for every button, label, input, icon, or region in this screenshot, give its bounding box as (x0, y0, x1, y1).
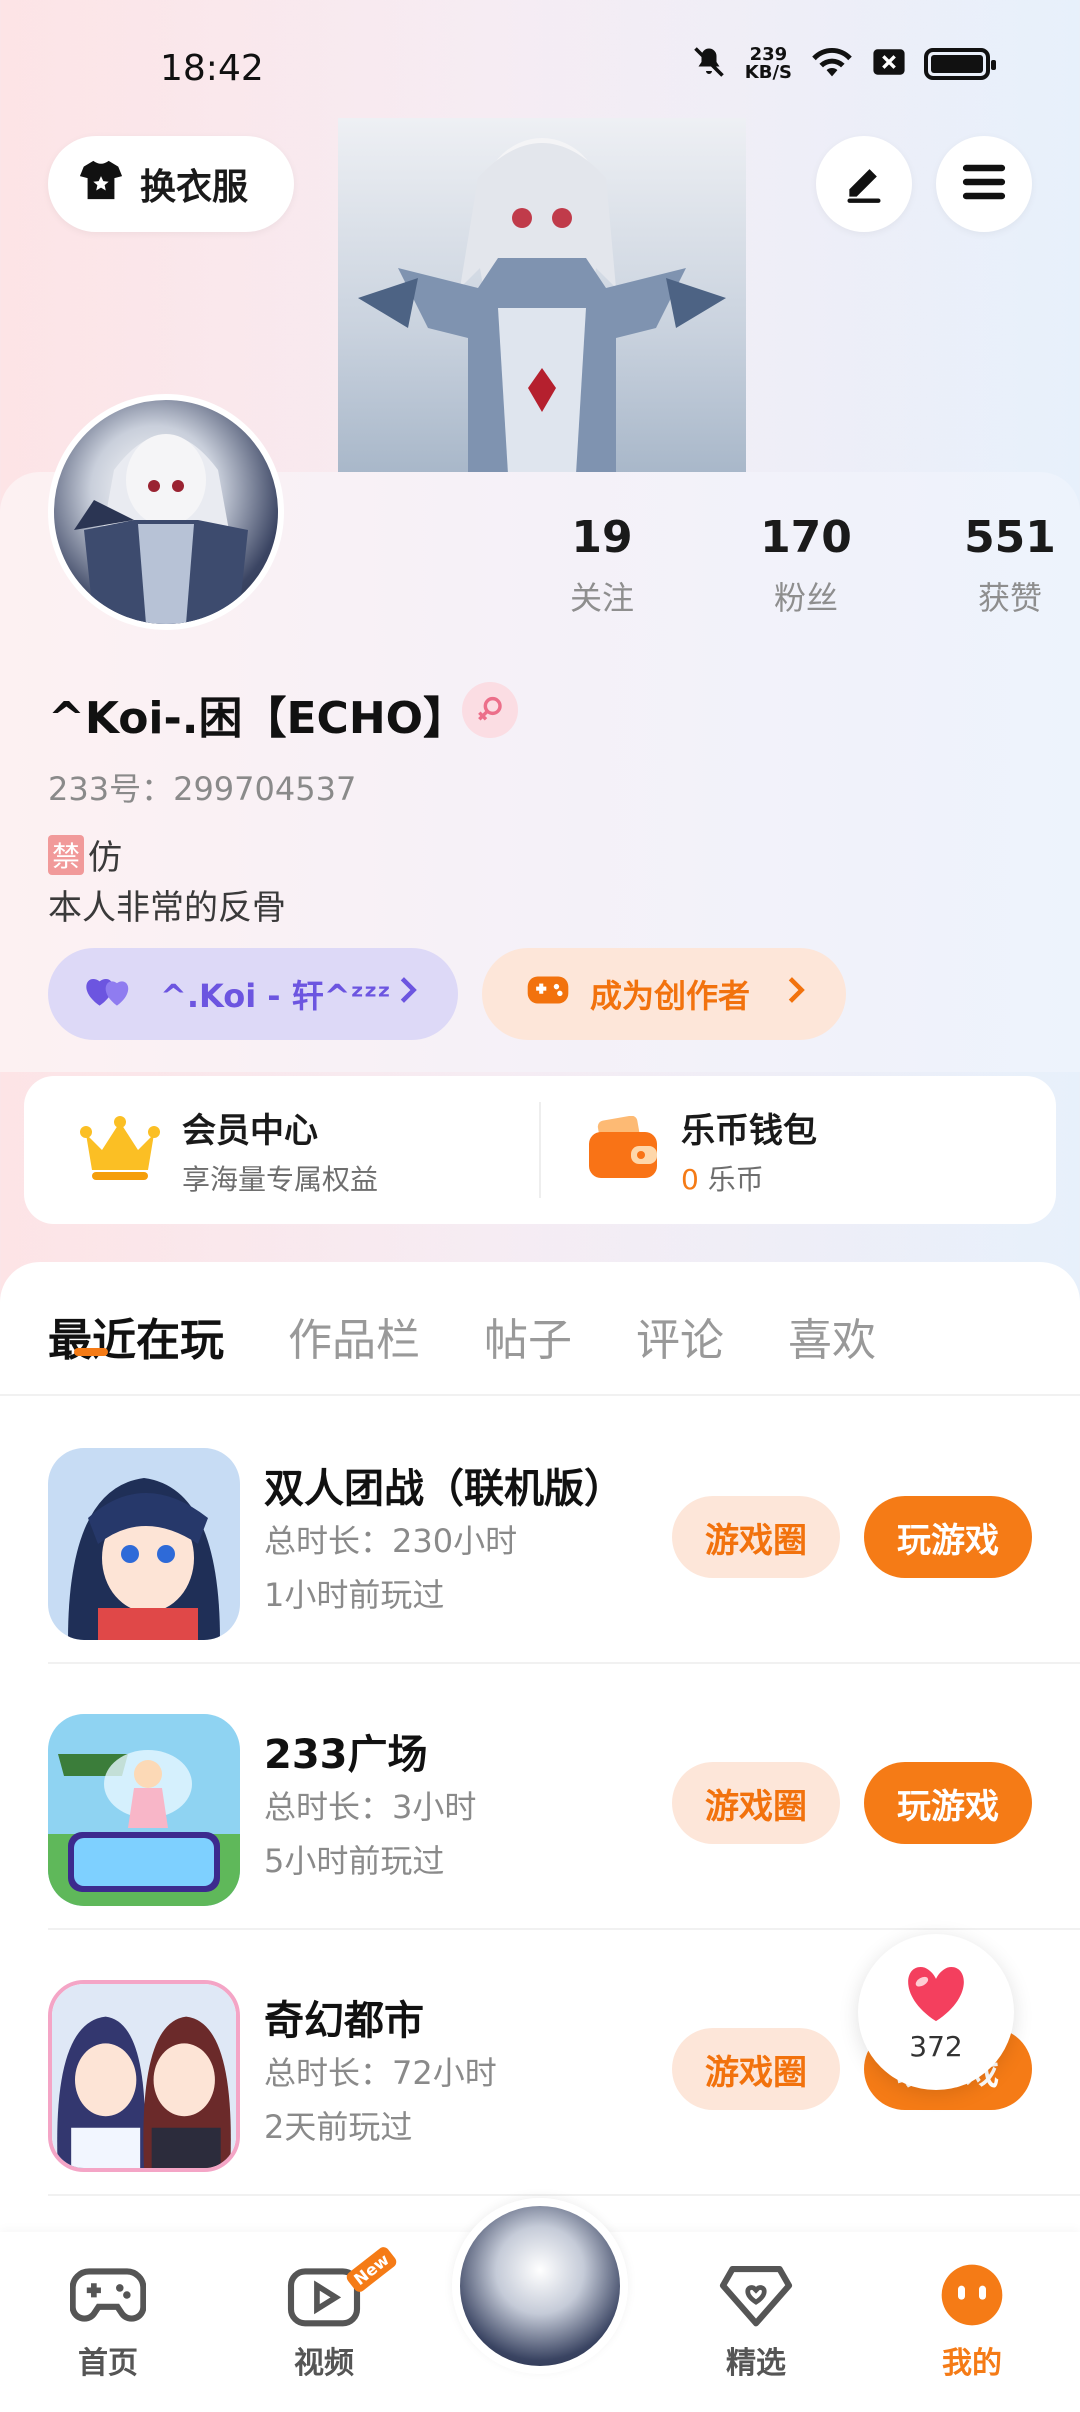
heart-icon (901, 1962, 971, 2028)
nickname: ^Koi-.困【ECHO】 (48, 693, 468, 744)
nav-video-label: 视频 (294, 2346, 354, 2381)
vip-subtitle: 享海量专属权益 (182, 1162, 379, 1196)
stat-likes-label: 获赞 (977, 579, 1042, 617)
sim-off-icon (872, 47, 906, 81)
row-divider (48, 2194, 1080, 2196)
bio-line-1: 禁 仿 (48, 830, 122, 879)
edit-icon (842, 160, 886, 208)
stat-followers-label: 粉丝 (773, 579, 838, 617)
wardrobe-button[interactable]: 换衣服 (48, 136, 294, 232)
nav-home[interactable]: 首页 (48, 2262, 168, 2382)
stat-followers[interactable]: 170 粉丝 (704, 512, 908, 619)
game-playtime: 总时长：72小时 (264, 2054, 497, 2092)
gamepad-icon (69, 2262, 147, 2332)
vip-center[interactable]: 会员中心 享海量专属权益 (24, 1076, 539, 1224)
tab-works[interactable]: 作品栏 (288, 1304, 420, 1368)
stat-likes-value: 551 (964, 512, 1056, 563)
become-creator-chip[interactable]: 成为创作者 (482, 948, 846, 1040)
nav-video[interactable]: New 视频 (264, 2244, 399, 2382)
nav-center-avatar[interactable] (452, 2198, 628, 2374)
nav-mine[interactable]: 我的 (912, 2262, 1032, 2382)
cover-image (338, 118, 746, 474)
shirt-icon (78, 158, 124, 211)
game-circle-button[interactable]: 游戏圈 (672, 2028, 840, 2110)
game-name: 奇幻都市 (264, 1998, 424, 2044)
new-badge: New (344, 2244, 399, 2295)
game-name: 233广场 (264, 1732, 428, 1778)
user-id: 233号：299704537 (48, 770, 357, 808)
wallet-amount: 0 (681, 1162, 699, 1196)
tab-posts[interactable]: 帖子 (484, 1304, 572, 1368)
wardrobe-label: 换衣服 (140, 167, 249, 208)
guild-chip-label: ^.Koi - 轩^ᶻᶻᶻ (160, 977, 391, 1015)
game-playtime: 总时长：230小时 (264, 1522, 518, 1560)
tab-likes[interactable]: 喜欢 (788, 1304, 876, 1368)
like-count: 372 (909, 2029, 963, 2063)
menu-icon (961, 162, 1007, 206)
net-speed-unit: KB/S (744, 62, 792, 83)
game-last-played: 1小时前玩过 (264, 1576, 445, 1614)
tab-indicator (74, 1348, 108, 1356)
like-float-button[interactable]: 372 (858, 1934, 1014, 2090)
status-time: 18:42 (160, 48, 264, 89)
game-row[interactable]: 233广场 总时长：3小时 5小时前玩过 游戏圈 玩游戏 (0, 1664, 1080, 1930)
profile-stats: 19 关注 170 粉丝 551 获赞 (500, 512, 1080, 619)
female-icon (462, 682, 518, 738)
status-bar: 18:42 239 KB/S (0, 0, 1080, 130)
avatar[interactable] (48, 394, 284, 630)
game-circle-button[interactable]: 游戏圈 (672, 1496, 840, 1578)
game-last-played: 5小时前玩过 (264, 1842, 445, 1880)
play-game-button[interactable]: 玩游戏 (864, 1762, 1032, 1844)
nav-home-label: 首页 (78, 2346, 138, 2381)
game-circle-button[interactable]: 游戏圈 (672, 1762, 840, 1844)
wallet-title: 乐币钱包 (681, 1110, 818, 1151)
tabs-divider (0, 1394, 1080, 1396)
vip-title: 会员中心 (182, 1110, 318, 1151)
profile-tabs: 最近在玩 作品栏 帖子 评论 喜欢 (48, 1304, 876, 1368)
heart-shield-icon (718, 2262, 794, 2332)
double-heart-icon (84, 970, 136, 1018)
stat-following[interactable]: 19 关注 (500, 512, 704, 619)
become-creator-label: 成为创作者 (590, 977, 751, 1015)
stat-following-value: 19 (571, 512, 633, 563)
game-icon[interactable] (48, 1980, 240, 2172)
stat-likes[interactable]: 551 获赞 (908, 512, 1080, 619)
video-icon: New (286, 2244, 399, 2332)
bio-line-2: 本人非常的反骨 (48, 888, 286, 928)
play-game-button[interactable]: 玩游戏 (864, 1496, 1032, 1578)
wallet-balance: 0 乐币 (681, 1158, 817, 1198)
game-last-played: 2天前玩过 (264, 2108, 413, 2146)
profile-icon (937, 2262, 1007, 2332)
wallet-icon (587, 1115, 659, 1184)
bio-tag: 禁 (48, 834, 85, 875)
gamepad-plus-icon (526, 972, 570, 1016)
battery-icon (924, 48, 996, 80)
wifi-icon (810, 44, 854, 84)
wallet[interactable]: 乐币钱包 0 乐币 (541, 1076, 1056, 1224)
nav-featured[interactable]: 精选 (696, 2262, 816, 2382)
edit-button[interactable] (816, 136, 912, 232)
game-icon[interactable] (48, 1714, 240, 1906)
crown-icon (80, 1113, 160, 1187)
game-row[interactable]: 双人团战（联机版） 总时长：230小时 1小时前玩过 游戏圈 玩游戏 (0, 1398, 1080, 1664)
mute-icon (691, 44, 727, 84)
stat-followers-value: 170 (760, 512, 852, 563)
menu-button[interactable] (936, 136, 1032, 232)
stat-following-label: 关注 (569, 579, 634, 617)
game-playtime: 总时长：3小时 (264, 1788, 477, 1826)
chevron-right-icon (398, 975, 418, 1013)
tab-comments[interactable]: 评论 (636, 1304, 724, 1368)
game-icon[interactable] (48, 1448, 240, 1640)
wallet-unit: 乐币 (707, 1162, 764, 1196)
bio-line-1-text: 仿 (88, 838, 123, 878)
status-icons: 239 KB/S (691, 44, 996, 84)
chevron-right-icon (786, 975, 806, 1013)
member-wallet-card: 会员中心 享海量专属权益 乐币钱包 0 乐币 (24, 1076, 1056, 1224)
tab-recent-played[interactable]: 最近在玩 (48, 1304, 224, 1368)
nav-featured-label: 精选 (726, 2346, 786, 2381)
game-name: 双人团战（联机版） (264, 1466, 624, 1512)
guild-chip[interactable]: ^.Koi - 轩^ᶻᶻᶻ (48, 948, 458, 1040)
net-speed: 239 KB/S (745, 46, 792, 82)
nav-mine-label: 我的 (942, 2346, 1002, 2381)
